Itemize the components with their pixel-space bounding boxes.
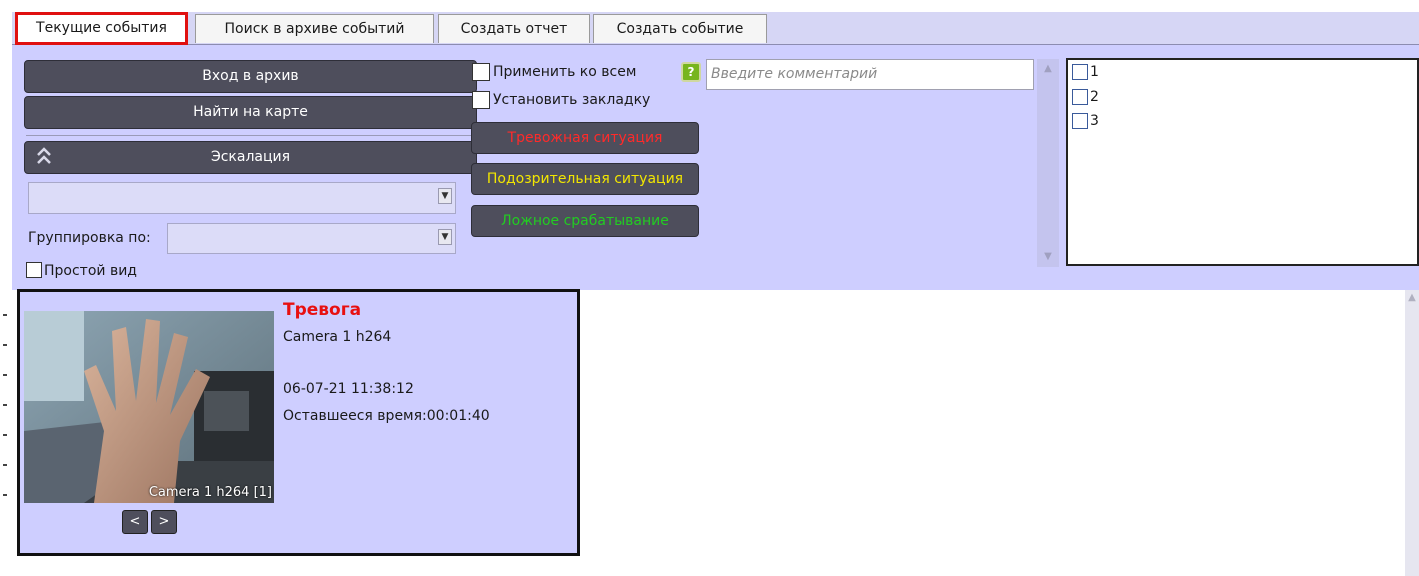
list-item-label: 1 <box>1090 64 1099 80</box>
edge-marker <box>3 464 7 466</box>
list-item-label: 3 <box>1090 113 1099 129</box>
tab-create-report[interactable]: Создать отчет <box>438 14 590 43</box>
scroll-up-icon[interactable]: ▲ <box>1041 63 1055 75</box>
bookmark-label: Установить закладку <box>493 92 651 108</box>
comment-scrollbar[interactable]: ▲ ▼ <box>1037 59 1059 267</box>
remaining-label: Оставшееся время: <box>283 408 427 424</box>
next-frame-button[interactable]: > <box>151 510 177 534</box>
snapshot-image <box>24 311 274 503</box>
edge-marker <box>3 434 7 436</box>
alarm-remaining: Оставшееся время:00:01:40 <box>283 408 490 424</box>
chevron-down-icon: ▼ <box>438 229 452 245</box>
false-alarm-button[interactable]: Ложное срабатывание <box>471 205 699 237</box>
simple-view-checkbox[interactable] <box>26 262 42 278</box>
alarm-camera: Camera 1 h264 <box>283 329 392 345</box>
tab-current-events[interactable]: Текущие события <box>15 12 188 45</box>
find-on-map-label: Найти на карте <box>193 104 308 120</box>
list-item-checkbox[interactable] <box>1072 89 1088 105</box>
edge-marker <box>3 374 7 376</box>
left-edge-strip <box>0 290 12 576</box>
escalation-label: Эскалация <box>210 149 291 165</box>
alarm-situation-label: Тревожная ситуация <box>507 130 663 146</box>
scroll-down-icon[interactable]: ▼ <box>1041 251 1055 263</box>
video-caption: Camera 1 h264 [1] <box>148 485 272 500</box>
edge-marker <box>3 314 7 316</box>
grouping-label: Группировка по: <box>28 230 151 246</box>
chevron-down-icon: ▼ <box>438 188 452 204</box>
alarm-timestamp: 06-07-21 11:38:12 <box>283 381 414 397</box>
archive-button-label: Вход в архив <box>202 68 299 84</box>
control-panel: Вход в архив Найти на карте Эскалация ▼ … <box>12 45 1419 290</box>
tab-create-event[interactable]: Создать событие <box>593 14 767 43</box>
camera-snapshot[interactable]: Camera 1 h264 [1] <box>24 311 274 503</box>
escalation-select[interactable]: ▼ <box>28 182 456 214</box>
prev-frame-button[interactable]: < <box>122 510 148 534</box>
apply-all-label: Применить ко всем <box>493 64 637 80</box>
help-icon[interactable]: ? <box>681 62 701 82</box>
simple-view-label: Простой вид <box>44 263 137 279</box>
event-monitor-window: Текущие события Поиск в архиве событий С… <box>0 0 1419 576</box>
comment-input[interactable]: Введите комментарий <box>706 59 1034 90</box>
edge-marker <box>3 404 7 406</box>
escalation-button[interactable]: Эскалация <box>24 141 477 174</box>
edge-marker <box>3 344 7 346</box>
alarm-title: Тревога <box>283 300 362 320</box>
false-alarm-label: Ложное срабатывание <box>501 213 669 229</box>
tab-archive-search[interactable]: Поиск в архиве событий <box>195 14 434 43</box>
archive-button[interactable]: Вход в архив <box>24 60 477 93</box>
list-item-checkbox[interactable] <box>1072 113 1088 129</box>
apply-all-checkbox[interactable] <box>472 63 490 81</box>
list-item-label: 2 <box>1090 89 1099 105</box>
divider <box>26 135 478 136</box>
edge-marker <box>3 494 7 496</box>
checkbox-list: 1 2 3 <box>1066 58 1419 266</box>
suspicious-situation-label: Подозрительная ситуация <box>486 171 684 187</box>
scroll-up-icon[interactable]: ▲ <box>1405 292 1419 303</box>
bookmark-checkbox[interactable] <box>472 91 490 109</box>
alarm-situation-button[interactable]: Тревожная ситуация <box>471 122 699 154</box>
double-chevron-up-icon <box>37 147 51 164</box>
suspicious-situation-button[interactable]: Подозрительная ситуация <box>471 163 699 195</box>
alarm-scrollbar[interactable]: ▲ <box>1405 290 1419 576</box>
remaining-value: 00:01:40 <box>426 408 490 424</box>
grouping-select[interactable]: ▼ <box>167 223 456 254</box>
tab-bar: Текущие события Поиск в архиве событий С… <box>12 12 1419 45</box>
find-on-map-button[interactable]: Найти на карте <box>24 96 477 129</box>
list-item-checkbox[interactable] <box>1072 64 1088 80</box>
